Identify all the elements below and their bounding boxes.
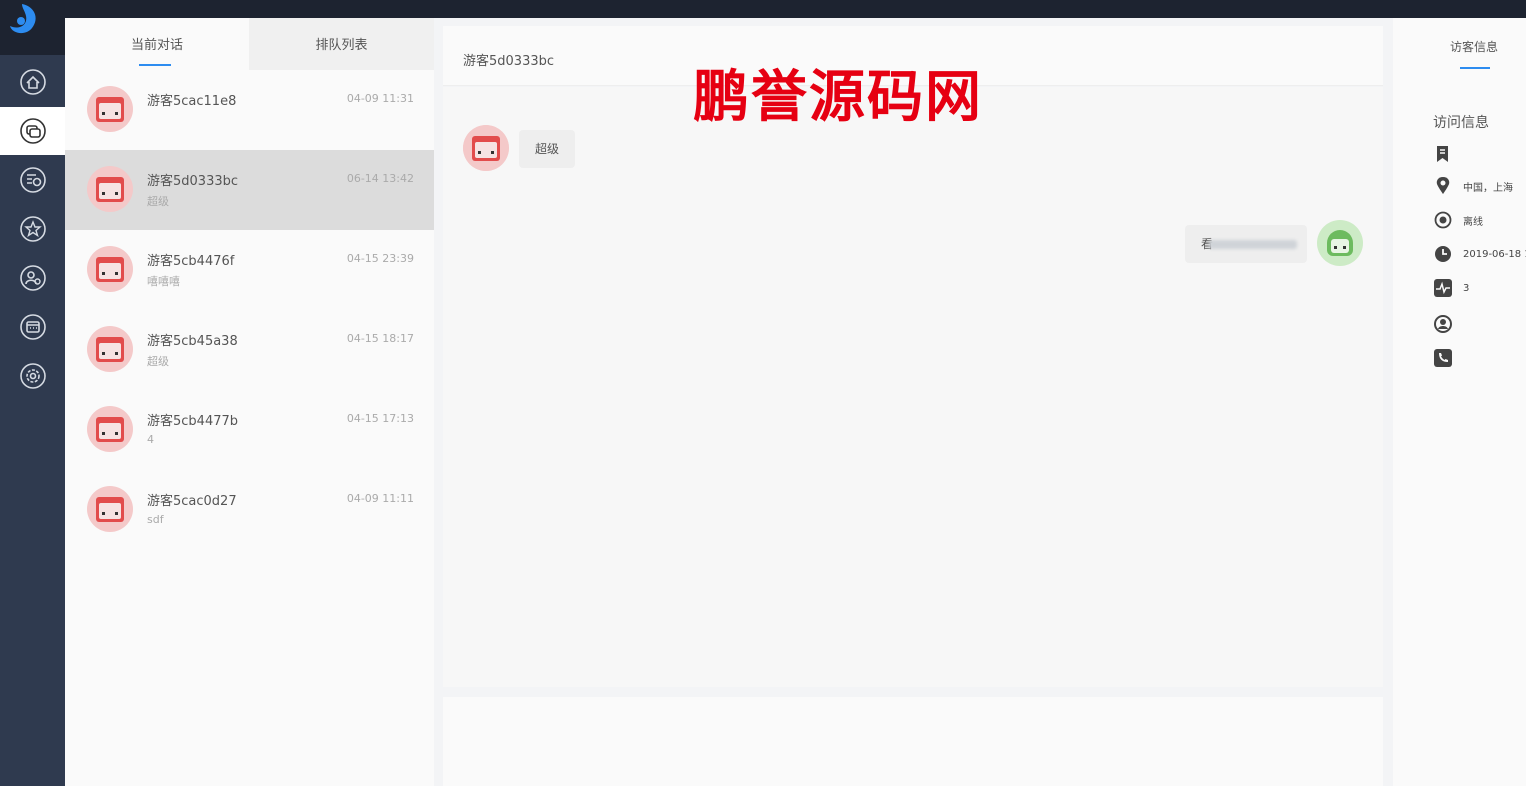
visitor-avatar: [87, 326, 133, 372]
user-icon: [1434, 315, 1452, 333]
chat-title: 游客5d0333bc: [463, 54, 555, 69]
logo-icon: [10, 4, 36, 34]
phone-icon: [1434, 349, 1452, 367]
message-bubble-visitor: 超级: [519, 130, 576, 168]
info-row-phone: [1433, 348, 1463, 368]
conversation-list-panel: 当前对话 排队列表 游客5cac11e8 04-09 11:31 游客5d033…: [65, 18, 434, 786]
nav-home[interactable]: [0, 58, 65, 106]
active-tab-indicator: [1460, 67, 1490, 69]
home-icon: [19, 69, 46, 95]
visitor-avatar: [463, 125, 509, 171]
conversation-preview: 超级: [147, 355, 169, 368]
records-icon: [19, 167, 46, 193]
conversation-name: 游客5cb4477b: [147, 414, 239, 429]
bookmark-icon: [1437, 146, 1448, 162]
location-icon: [1436, 177, 1450, 194]
info-value: 2019-06-18 1: [1463, 248, 1526, 260]
visitor-info-panel: 访客信息 访问信息 中国，上海 离线 2019-06-18 1 3: [1393, 18, 1526, 786]
info-row-location: 中国，上海: [1433, 176, 1513, 196]
app-logo: [0, 0, 65, 55]
visitor-avatar: [87, 486, 133, 532]
nav-customers[interactable]: [0, 254, 65, 302]
users-icon: [19, 265, 46, 291]
info-value: 离线: [1463, 216, 1483, 228]
info-row-user: [1433, 314, 1463, 334]
tab-current-chats-label: 当前对话: [130, 38, 183, 53]
agent-avatar: [1317, 220, 1363, 266]
conversation-item-selected[interactable]: 游客5d0333bc 06-14 13:42 超级: [65, 150, 434, 230]
conversation-preview: sdf: [147, 513, 164, 526]
star-icon: [19, 216, 46, 242]
list-tabs: 当前对话 排队列表: [65, 18, 434, 70]
section-heading: 访问信息: [1433, 115, 1489, 131]
conversation-item[interactable]: 游客5cac0d27 04-09 11:11 sdf: [65, 470, 434, 550]
chat-icon: [19, 118, 46, 144]
conversation-name: 游客5cb45a38: [147, 334, 238, 349]
info-row-status: 离线: [1433, 210, 1483, 230]
top-bar: [0, 0, 1526, 18]
tab-current-chats[interactable]: 当前对话: [65, 18, 249, 70]
conversation-name: 游客5d0333bc: [147, 174, 239, 189]
info-value: 3: [1463, 282, 1470, 294]
conversation-preview: 超级: [147, 195, 169, 208]
blurred-text: [1209, 240, 1297, 249]
message-input[interactable]: [443, 697, 1383, 786]
conversation-item[interactable]: 游客5cb45a38 04-15 18:17 超级: [65, 310, 434, 390]
nav-settings[interactable]: [0, 352, 65, 400]
info-value: 中国，上海: [1463, 182, 1513, 194]
chat-message-area[interactable]: 超级 看: [443, 87, 1383, 687]
visitor-avatar: [87, 246, 133, 292]
radio-icon: [1434, 211, 1452, 229]
info-row-bookmark: [1433, 144, 1463, 164]
conversation-time: 04-15 23:39: [346, 252, 414, 265]
tab-visitor-info[interactable]: 访客信息: [1450, 38, 1498, 55]
nav-calendar[interactable]: [0, 303, 65, 351]
conversation-item[interactable]: 游客5cb4476f 04-15 23:39 嘻嘻嘻: [65, 230, 434, 310]
visitor-avatar: [87, 166, 133, 212]
tab-queue[interactable]: 排队列表: [249, 18, 434, 70]
conversation-time: 04-15 18:17: [346, 332, 414, 345]
conversation-name: 游客5cb4476f: [147, 254, 235, 269]
conversation-preview: 嘻嘻嘻: [147, 275, 180, 288]
message-bubble-agent: 看: [1185, 225, 1307, 263]
conversation-item[interactable]: 游客5cb4477b 04-15 17:13 4: [65, 390, 434, 470]
message-text: 超级: [535, 142, 560, 156]
conversation-time: 04-09 11:11: [346, 492, 414, 505]
active-tab-indicator: [139, 64, 171, 66]
watermark-text: 鹏誉源码网: [693, 65, 983, 130]
icon-rail: [0, 0, 65, 786]
clock-icon: [1435, 246, 1451, 262]
nav-favorites[interactable]: [0, 205, 65, 253]
conversation-name: 游客5cac11e8: [147, 94, 237, 109]
conversation-name: 游客5cac0d27: [147, 494, 237, 509]
visitor-avatar: [87, 86, 133, 132]
info-row-visits: 3: [1433, 278, 1469, 298]
visitor-avatar: [87, 406, 133, 452]
conversation-preview: 4: [147, 433, 154, 446]
info-row-time: 2019-06-18 1: [1433, 244, 1526, 264]
nav-chat[interactable]: [0, 107, 65, 155]
pulse-icon: [1434, 279, 1452, 297]
conversation-item[interactable]: 游客5cac11e8 04-09 11:31: [65, 70, 434, 150]
conversation-time: 06-14 13:42: [346, 172, 414, 185]
calendar-icon: [19, 314, 46, 340]
nav-records[interactable]: [0, 156, 65, 204]
gear-icon: [19, 363, 46, 389]
tab-queue-label: 排队列表: [315, 38, 368, 53]
conversation-time: 04-15 17:13: [346, 412, 414, 425]
conversation-time: 04-09 11:31: [346, 92, 414, 105]
